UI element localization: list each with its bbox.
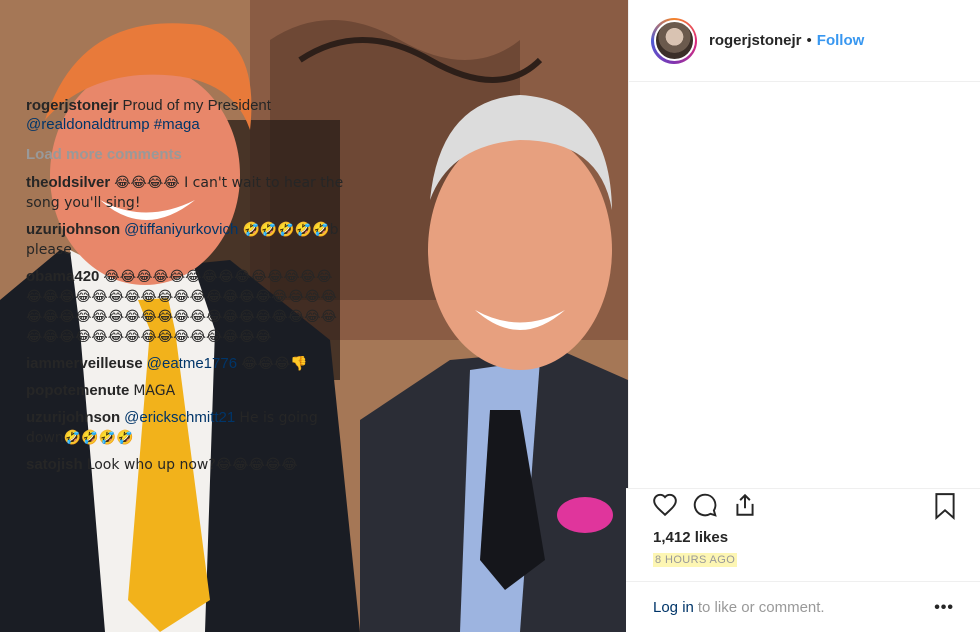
caption: rogerjstonejr Proud of my President @real… bbox=[26, 96, 346, 134]
comment-row: uzurijohnson @erickschmitt21 He is going … bbox=[26, 408, 346, 448]
avatar-story-ring[interactable] bbox=[651, 17, 697, 64]
comment-username[interactable]: iammerveilleuse bbox=[26, 355, 143, 372]
follow-button[interactable]: Follow bbox=[817, 32, 865, 49]
comment-text: 😂😂😂👎 bbox=[241, 356, 308, 372]
login-link[interactable]: Log in bbox=[653, 599, 694, 616]
comment-username[interactable]: popotemenute bbox=[26, 382, 129, 399]
likes-count[interactable]: 1,412 likes bbox=[653, 529, 728, 546]
comment-row: uzurijohnson @tiffaniyurkovich 🤣🤣🤣🤣🤣b ple… bbox=[26, 220, 346, 260]
comment-username[interactable]: uzurijohnson bbox=[26, 409, 120, 426]
comment-row: theoldsilver 😂😂😂😂 I can't wait to hear th… bbox=[26, 173, 346, 213]
more-options-icon[interactable]: ••• bbox=[934, 599, 954, 617]
caption-mention[interactable]: @realdonaldtrump #maga bbox=[26, 116, 200, 133]
load-more-comments[interactable]: Load more comments bbox=[26, 145, 346, 164]
comment-row: satojish Look who up now?😂😂😂😂😂 bbox=[26, 455, 346, 475]
comment-container: theoldsilver 😂😂😂😂 I can't wait to hear th… bbox=[26, 173, 346, 475]
comment-icon[interactable] bbox=[692, 492, 718, 518]
comment-row: iammerveilleuse @eatme1776 😂😂😂👎 bbox=[26, 354, 346, 374]
header-separator: • bbox=[806, 32, 812, 49]
comment-username[interactable]: obama420 bbox=[26, 268, 99, 285]
comment-text: Look who up now?😂😂😂😂😂 bbox=[86, 457, 298, 473]
caption-username[interactable]: rogerjstonejr bbox=[26, 97, 119, 114]
comment-mention[interactable]: @erickschmitt21 bbox=[124, 409, 235, 426]
comment-row: popotemenute MAGA bbox=[26, 381, 346, 401]
post-timestamp: 8 HOURS AGO bbox=[653, 553, 738, 567]
header-username[interactable]: rogerjstonejr bbox=[709, 32, 802, 49]
login-row: Log in to like or comment. ••• bbox=[626, 581, 980, 632]
share-icon[interactable] bbox=[732, 492, 758, 518]
comment-username[interactable]: satojish bbox=[26, 456, 83, 473]
comment-row: obama420 😂😂😂😂😂😂😂😂😂😂😂😂😂😂😂😂😂😂😂😂😂😂😂😂😂😂😂😂😂😂😂😂… bbox=[26, 267, 346, 347]
bookmark-icon[interactable] bbox=[932, 492, 958, 520]
comment-username[interactable]: theoldsilver bbox=[26, 174, 110, 191]
caption-text: Proud of my President bbox=[122, 97, 271, 114]
comment-text: MAGA bbox=[133, 383, 176, 399]
post-actions: 1,412 likes 8 HOURS AGO Log in to like o… bbox=[626, 488, 980, 632]
login-hint: to like or comment. bbox=[697, 599, 825, 616]
comment-mention[interactable]: @tiffaniyurkovich bbox=[124, 221, 238, 238]
comment-mention[interactable]: @eatme1776 bbox=[147, 355, 237, 372]
action-icons bbox=[652, 492, 758, 518]
avatar[interactable] bbox=[653, 20, 695, 61]
comment-username[interactable]: uzurijohnson bbox=[26, 221, 120, 238]
comments-list: rogerjstonejr Proud of my President @real… bbox=[26, 96, 346, 484]
heart-icon[interactable] bbox=[652, 492, 678, 518]
post-header: rogerjstonejr • Follow bbox=[629, 0, 980, 82]
